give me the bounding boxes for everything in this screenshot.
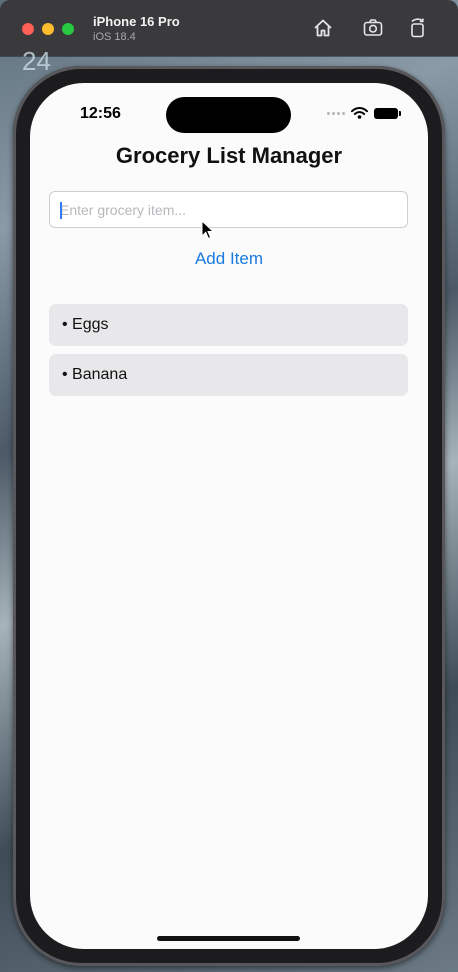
home-icon[interactable] [312,17,334,39]
grocery-list: • Eggs • Banana [49,304,408,404]
simulator-titlebar: iPhone 16 Pro iOS 18.4 [0,0,458,56]
mouse-pointer-icon [201,220,215,240]
dynamic-island [166,97,291,133]
phone-screen: 12:56 Grocery List Manager Add Item • Eg… [30,83,428,949]
wallpaper-clock-text: 24 [22,46,51,76]
close-window-button[interactable] [22,23,34,35]
device-os-version: iOS 18.4 [93,31,136,43]
grocery-item-input[interactable] [50,192,407,227]
rotate-icon[interactable] [407,17,429,39]
battery-icon [374,107,401,119]
zoom-window-button[interactable] [62,23,74,35]
list-item-label: • Eggs [62,316,109,333]
status-icons [327,107,401,119]
list-item[interactable]: • Eggs [49,304,408,346]
wifi-icon [351,107,368,119]
text-caret [60,202,62,219]
device-name: iPhone 16 Pro [93,14,180,29]
page-title: Grocery List Manager [115,143,343,168]
cellular-dots-icon [327,111,345,115]
add-item-button[interactable]: Add Item [30,249,428,269]
grocery-item-field[interactable] [49,191,408,228]
minimize-window-button[interactable] [42,23,54,35]
home-indicator[interactable] [157,936,300,941]
screenshot-icon[interactable] [362,17,384,39]
status-time: 12:56 [80,105,121,122]
list-item-label: • Banana [62,366,128,383]
list-item[interactable]: • Banana [49,354,408,396]
